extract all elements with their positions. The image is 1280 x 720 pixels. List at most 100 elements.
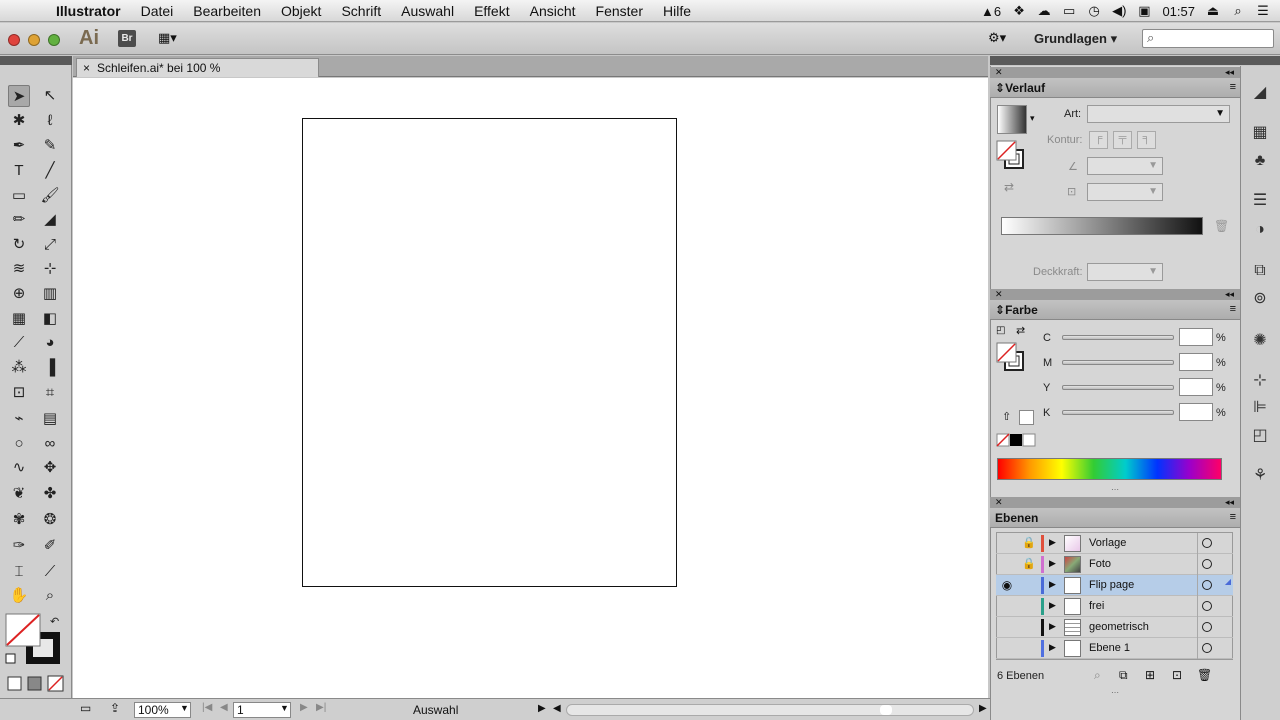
- locate-object-icon[interactable]: ⌕: [1094, 668, 1101, 683]
- layer-name[interactable]: Vorlage: [1089, 537, 1126, 549]
- warp-tool-icon[interactable]: ⌁: [8, 408, 30, 430]
- rectangle-tool-icon[interactable]: ▭: [8, 185, 30, 207]
- swap-colors-icon[interactable]: ⇄: [1016, 324, 1025, 337]
- help-search-input[interactable]: [1142, 29, 1274, 48]
- curvature-tool-icon[interactable]: ✎: [39, 135, 61, 157]
- color-panel-header[interactable]: ⇕Farbe ≡: [990, 300, 1240, 320]
- fill-stroke-mini-icon[interactable]: [996, 140, 1028, 172]
- share-icon[interactable]: ⇪: [110, 701, 120, 715]
- scrollbar-thumb[interactable]: [880, 705, 892, 715]
- volume-icon[interactable]: ◀): [1112, 3, 1126, 19]
- yellow-field[interactable]: [1179, 378, 1213, 396]
- expand-triangle-icon[interactable]: ▶: [1049, 621, 1056, 632]
- transparency-panel-icon[interactable]: ◑: [1248, 219, 1272, 241]
- ellipse-tool-icon[interactable]: ○: [8, 433, 30, 455]
- menu-objekt[interactable]: Objekt: [271, 3, 331, 19]
- pucker-tool-icon[interactable]: ✤: [39, 483, 61, 505]
- menu-ansicht[interactable]: Ansicht: [520, 3, 586, 19]
- status-text[interactable]: Auswahl: [413, 703, 458, 717]
- appearance-panel-icon[interactable]: ✺: [1248, 330, 1272, 352]
- creative-cloud-panel-icon[interactable]: ⊚: [1248, 288, 1272, 310]
- expand-triangle-icon[interactable]: ▶: [1049, 600, 1056, 611]
- yellow-slider[interactable]: [1062, 385, 1174, 390]
- document-tab[interactable]: × Schleifen.ai* bei 100 % (CMYK/Vorschau…: [76, 58, 319, 93]
- tools-panel-header[interactable]: [0, 56, 72, 65]
- first-artboard-icon[interactable]: |◀: [202, 702, 212, 713]
- delete-layer-icon[interactable]: 🗑: [1197, 668, 1212, 682]
- layer-row[interactable]: ▶ Ebene 1: [996, 638, 1233, 659]
- layer-name[interactable]: geometrisch: [1089, 621, 1149, 633]
- cyan-field[interactable]: [1179, 328, 1213, 346]
- layer-name[interactable]: Foto: [1089, 558, 1111, 570]
- scroll-right-icon[interactable]: ▶: [979, 703, 987, 714]
- menu-fenster[interactable]: Fenster: [586, 3, 653, 19]
- panels-dock-header[interactable]: [990, 56, 1240, 65]
- close-panel-icon[interactable]: ✕: [995, 67, 1003, 78]
- libraries-panel-icon[interactable]: ⧉: [1248, 260, 1272, 282]
- crop-tool-icon[interactable]: ⌶: [8, 561, 30, 583]
- stroke-gradient-along-icon[interactable]: ╤: [1113, 131, 1132, 149]
- layer-target-icon[interactable]: [1202, 580, 1212, 590]
- transform-panel-icon[interactable]: ⊹: [1248, 370, 1272, 392]
- gradient-slider[interactable]: [1001, 217, 1203, 235]
- symbol-sprayer-tool-icon[interactable]: ⁂: [8, 357, 30, 379]
- layer-target-icon[interactable]: [1202, 622, 1212, 632]
- zoom-dropdown-icon[interactable]: ▼: [180, 703, 189, 713]
- creative-cloud-icon[interactable]: ☁: [1037, 3, 1051, 19]
- panel-menu-icon[interactable]: ≡: [1230, 511, 1236, 523]
- stroke-gradient-within-icon[interactable]: ╒: [1089, 131, 1108, 149]
- layer-target-icon[interactable]: [1202, 601, 1212, 611]
- collapse-panel-icon[interactable]: ◂◂: [1225, 497, 1234, 508]
- layer-row[interactable]: ▶ geometrisch: [996, 617, 1233, 638]
- menu-schrift[interactable]: Schrift: [331, 3, 391, 19]
- menu-auswahl[interactable]: Auswahl: [391, 3, 464, 19]
- eraser-tool-icon[interactable]: ◢: [39, 209, 61, 231]
- new-layer-icon[interactable]: ⊡: [1172, 668, 1182, 682]
- perspective-grid-tool-icon[interactable]: ▥: [39, 283, 61, 305]
- notification-list-icon[interactable]: ☰: [1256, 3, 1270, 19]
- collapse-panel-icon[interactable]: ◂◂: [1225, 67, 1234, 78]
- line-tool-icon[interactable]: ╱: [39, 160, 61, 182]
- lock-icon[interactable]: 🔒: [1022, 557, 1036, 570]
- symbols-panel-icon[interactable]: ♣: [1248, 150, 1272, 172]
- canvas[interactable]: [73, 78, 988, 698]
- live-paint-selection-tool-icon[interactable]: ✥: [39, 457, 61, 479]
- layer-row[interactable]: 🔒 ▶ Vorlage: [996, 533, 1233, 554]
- make-clipping-mask-icon[interactable]: ⧉: [1119, 668, 1128, 683]
- layer-row[interactable]: ◉ ▶ Flip page ◢: [996, 575, 1233, 596]
- smooth-tool-icon[interactable]: ∿: [8, 457, 30, 479]
- align-panel-icon[interactable]: ⊫: [1248, 397, 1272, 419]
- layer-name[interactable]: Flip page: [1089, 579, 1134, 591]
- artboard[interactable]: [302, 118, 677, 587]
- stroke-panel-icon[interactable]: ◢: [1248, 82, 1272, 104]
- bridge-button[interactable]: Br: [118, 30, 136, 47]
- zoom-tool-icon[interactable]: ⌕: [39, 585, 61, 607]
- black-slider[interactable]: [1062, 410, 1174, 415]
- layer-target-icon[interactable]: [1202, 559, 1212, 569]
- knife-tool-icon[interactable]: ✐: [39, 535, 61, 557]
- previous-artboard-icon[interactable]: ◀: [220, 702, 228, 713]
- width-tool-icon[interactable]: ≋: [8, 258, 30, 280]
- shape-builder-tool-icon[interactable]: ⊕: [8, 283, 30, 305]
- cyan-slider[interactable]: [1062, 335, 1174, 340]
- stroke-weight-panel-icon[interactable]: ☰: [1248, 190, 1272, 212]
- dropbox-icon[interactable]: ❖: [1012, 3, 1026, 19]
- glasses-tool-icon[interactable]: ∞: [39, 433, 61, 455]
- default-colors-icon[interactable]: ◰: [996, 325, 1005, 336]
- pathfinder-panel-icon[interactable]: ◰: [1248, 425, 1272, 447]
- delete-stop-icon[interactable]: 🗑: [1214, 219, 1229, 233]
- display-icon[interactable]: ▭: [1062, 3, 1076, 19]
- swatches-panel-icon[interactable]: ▦: [1248, 122, 1272, 144]
- scissors-pen-tool-icon[interactable]: ✑: [8, 535, 30, 557]
- gradient-panel-header[interactable]: ⇕Verlauf ≡: [990, 78, 1240, 98]
- menu-datei[interactable]: Datei: [131, 3, 184, 19]
- layer-row[interactable]: ▶ frei: [996, 596, 1233, 617]
- pen-tool-icon[interactable]: ✒: [8, 135, 30, 157]
- paintbrush-tool-icon[interactable]: 🖌: [39, 185, 61, 207]
- direct-selection-tool-icon[interactable]: ↖: [39, 85, 61, 107]
- type-tool-icon[interactable]: T: [8, 160, 30, 182]
- adobe-icon[interactable]: ▲6: [981, 4, 1001, 19]
- angle-field[interactable]: ▼: [1087, 157, 1163, 175]
- artboard-tool-icon[interactable]: ⊡: [8, 382, 30, 404]
- pencil-tool-icon[interactable]: ✏: [8, 209, 30, 231]
